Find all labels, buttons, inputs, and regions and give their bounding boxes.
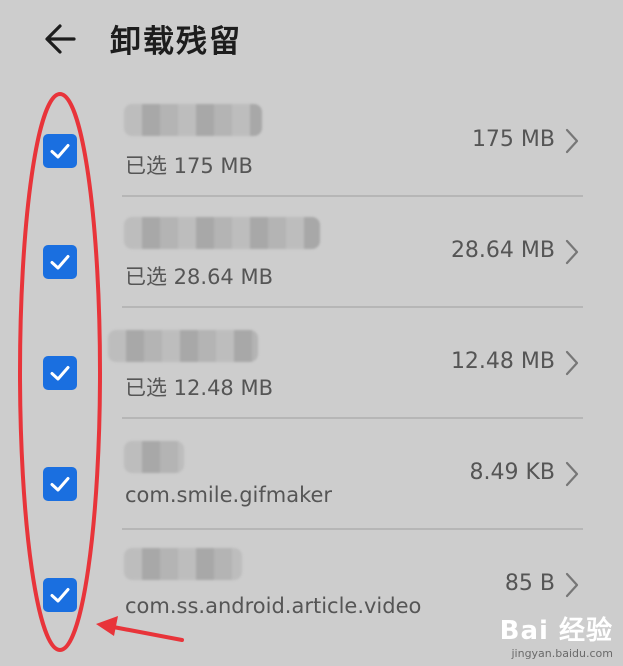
chevron-right-icon (565, 128, 579, 154)
watermark: Bai 经验 jingyan.baidu.com (500, 610, 613, 660)
item-size: 8.49 KB (469, 460, 556, 485)
list-item[interactable]: com.smile.gifmaker 8.49 KB (0, 419, 623, 530)
checkmark-icon (50, 477, 70, 492)
chevron-right-icon (565, 461, 579, 487)
blurred-app-name (124, 441, 184, 473)
item-checkbox[interactable] (43, 467, 77, 501)
page-title: 卸载残留 (110, 24, 242, 60)
item-subtitle: 已选 28.64 MB (125, 265, 273, 289)
checkmark-icon (50, 366, 70, 381)
blurred-app-name (108, 330, 258, 362)
watermark-url: jingyan.baidu.com (511, 647, 613, 660)
blurred-app-name (124, 104, 262, 136)
item-checkbox[interactable] (43, 578, 77, 612)
item-subtitle: 已选 175 MB (125, 154, 253, 178)
item-size: 175 MB (471, 127, 555, 152)
item-size: 28.64 MB (450, 238, 555, 263)
chevron-right-icon (565, 350, 579, 376)
item-size: 85 B (504, 571, 555, 596)
list-item[interactable]: 已选 175 MB 175 MB (0, 86, 623, 197)
list-item[interactable]: 已选 28.64 MB 28.64 MB (0, 197, 623, 308)
item-checkbox[interactable] (43, 356, 77, 390)
checkmark-icon (50, 255, 70, 270)
checkmark-icon (50, 144, 70, 159)
item-size: 12.48 MB (450, 349, 555, 374)
item-checkbox[interactable] (43, 134, 77, 168)
back-button[interactable] (40, 18, 82, 60)
watermark-brand: Bai 经验 (499, 616, 613, 646)
item-checkbox[interactable] (43, 245, 77, 279)
item-subtitle: com.ss.android.article.video (125, 594, 422, 618)
item-subtitle: 已选 12.48 MB (125, 376, 273, 400)
chevron-right-icon (565, 572, 579, 598)
blurred-app-name (124, 217, 320, 249)
app-header: 卸载残留 (0, 0, 623, 80)
item-subtitle: com.smile.gifmaker (125, 483, 333, 507)
chevron-right-icon (565, 239, 579, 265)
checkmark-icon (50, 588, 70, 603)
blurred-app-name (124, 548, 242, 580)
list-item[interactable]: 已选 12.48 MB 12.48 MB (0, 308, 623, 419)
arrow-left-icon (45, 24, 76, 54)
